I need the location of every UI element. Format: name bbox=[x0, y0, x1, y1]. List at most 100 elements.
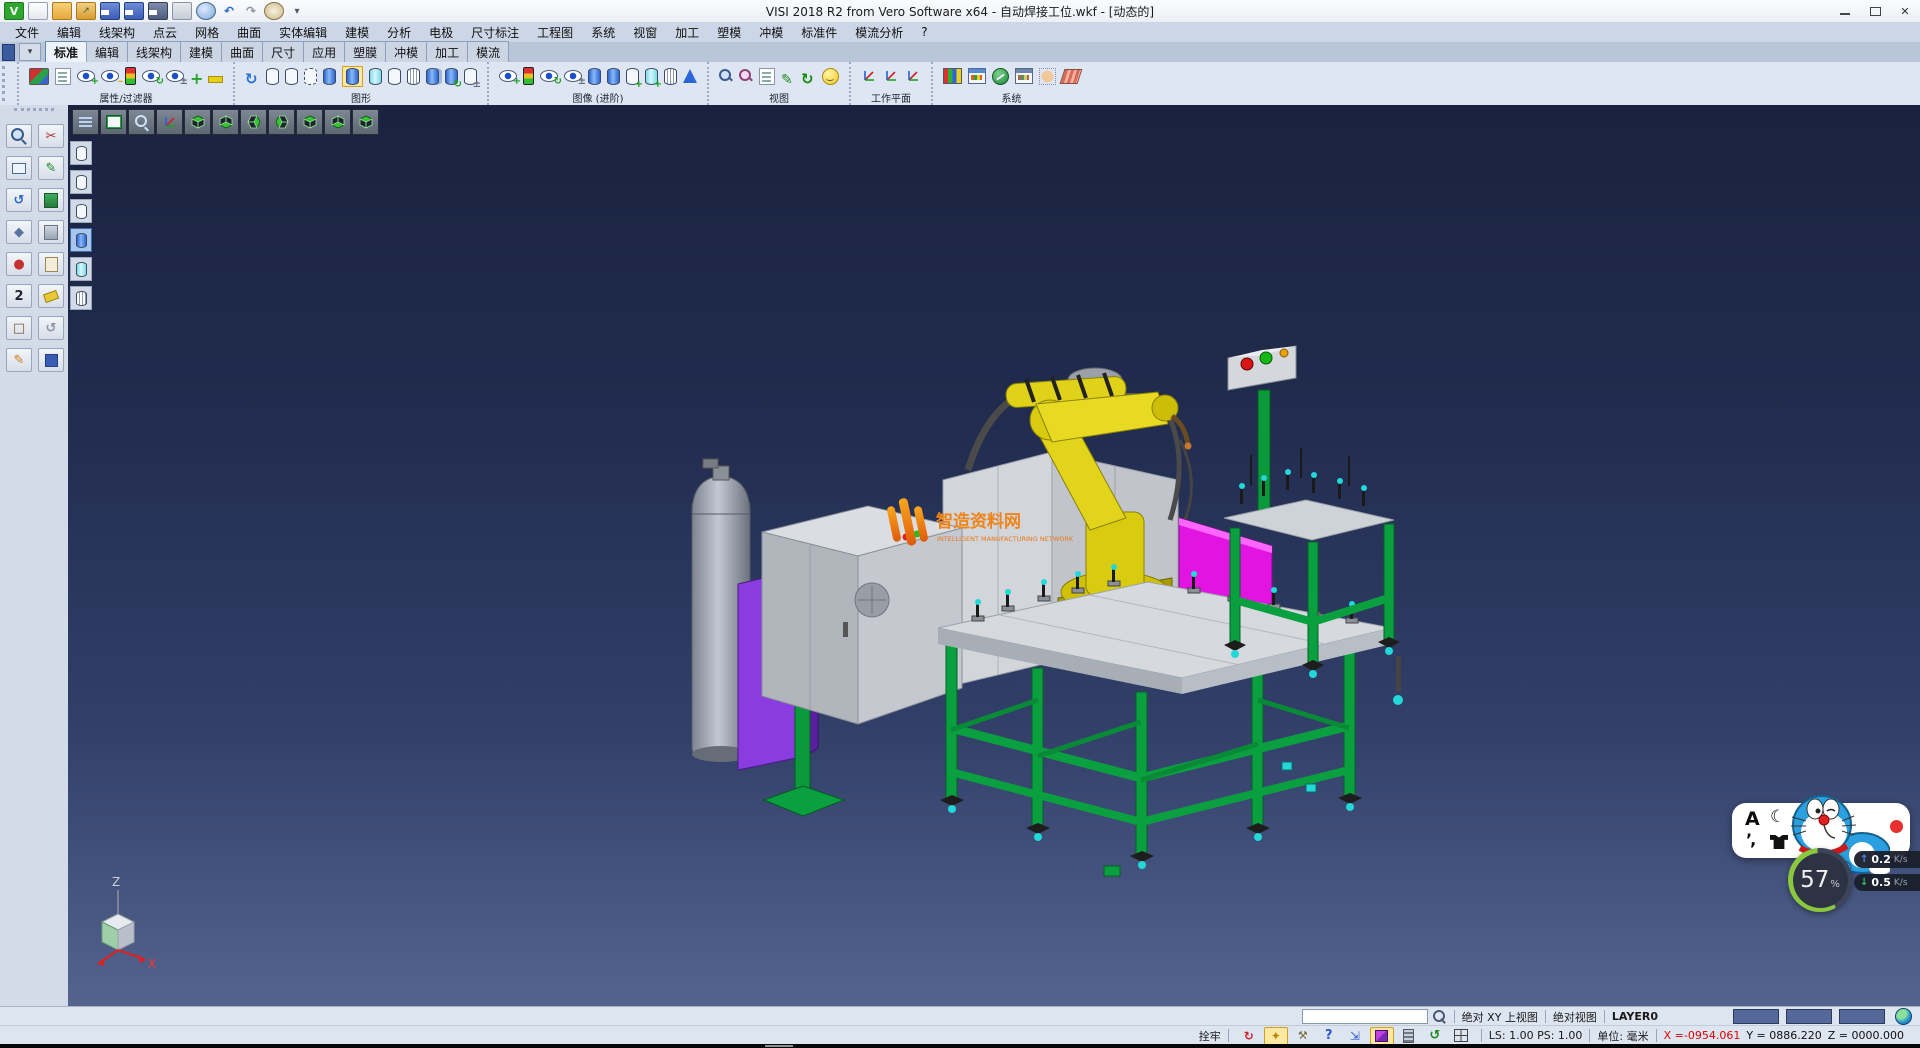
view-cube-top-icon[interactable] bbox=[184, 109, 211, 135]
display-mode-flat-icon[interactable] bbox=[70, 199, 92, 223]
tab-mold[interactable]: 塑膜 bbox=[344, 41, 386, 64]
layer-indicator[interactable]: LAYER0 bbox=[1612, 1010, 1658, 1023]
dashed-cylinder-icon[interactable] bbox=[304, 68, 317, 85]
color-swatch-2[interactable] bbox=[1786, 1009, 1832, 1024]
refresh-visibility-eye-icon[interactable] bbox=[142, 70, 160, 82]
box-tool[interactable] bbox=[6, 316, 32, 340]
display-mode-hatched-icon[interactable] bbox=[70, 286, 92, 310]
menu-wireframe[interactable]: 线架构 bbox=[90, 23, 144, 42]
tab-standard[interactable]: 标准 bbox=[45, 41, 87, 64]
minimize-button[interactable] bbox=[1830, 1, 1860, 21]
toggle-visibility-eye-icon[interactable] bbox=[166, 70, 184, 82]
gray-notebook-tool[interactable] bbox=[38, 220, 64, 244]
punctuation-mode-icon[interactable] bbox=[1746, 830, 1754, 849]
menu-file[interactable]: 文件 bbox=[6, 23, 48, 42]
performance-ball[interactable]: 57 % bbox=[1788, 848, 1852, 912]
save-as-icon[interactable] bbox=[124, 2, 144, 20]
show-add-eye-icon[interactable] bbox=[77, 70, 95, 82]
redo-icon[interactable] bbox=[242, 3, 260, 19]
view-cube-back-icon[interactable] bbox=[324, 109, 351, 135]
tab-die[interactable]: 冲模 bbox=[385, 41, 427, 64]
tab-application[interactable]: 应用 bbox=[303, 41, 345, 64]
attributes-brush-icon[interactable] bbox=[29, 68, 49, 85]
view-menu-icon[interactable] bbox=[72, 109, 99, 135]
snap-points-icon[interactable] bbox=[1039, 68, 1056, 85]
eraser-tool[interactable] bbox=[38, 284, 64, 308]
scene-3d-model[interactable]: 智造资料网 INTELLIGENT MANUFACTURING NETWORK … bbox=[68, 105, 1920, 1006]
sketch-tool[interactable] bbox=[38, 156, 64, 180]
toolbar-drag-handle[interactable] bbox=[2, 66, 15, 101]
zoom-pair-icon[interactable] bbox=[719, 69, 733, 83]
trim-tool[interactable] bbox=[38, 124, 64, 148]
hide-remove-eye-icon[interactable] bbox=[101, 70, 119, 82]
multi-cylinder-icon[interactable] bbox=[426, 68, 439, 85]
annotate-tool[interactable] bbox=[6, 348, 32, 372]
preview-icon[interactable] bbox=[196, 2, 216, 20]
menu-machining[interactable]: 加工 bbox=[666, 23, 708, 42]
verify-solid-icon[interactable] bbox=[626, 68, 639, 85]
tab-surface[interactable]: 曲面 bbox=[221, 41, 263, 64]
green-notebook-tool[interactable] bbox=[38, 188, 64, 212]
taskbar-peek-nub[interactable] bbox=[765, 1045, 793, 1047]
window-tools-icon[interactable] bbox=[1015, 68, 1033, 84]
globe-icon[interactable] bbox=[1895, 1008, 1912, 1025]
toggle-advanced-eye-icon[interactable] bbox=[564, 70, 582, 82]
solid-view-icon[interactable] bbox=[1370, 1027, 1394, 1045]
history-icon[interactable] bbox=[264, 2, 284, 20]
frame-tool[interactable] bbox=[6, 156, 32, 180]
color-grid-icon[interactable] bbox=[943, 68, 962, 84]
solids-tool[interactable] bbox=[6, 220, 32, 244]
view-cube-iso-icon[interactable] bbox=[352, 109, 379, 135]
system-settings-icon[interactable] bbox=[992, 68, 1009, 85]
undo-icon[interactable] bbox=[220, 3, 238, 19]
display-mode-shaded-icon[interactable] bbox=[70, 228, 92, 252]
refresh-view-icon[interactable] bbox=[801, 69, 816, 84]
rotate-view-icon[interactable] bbox=[1424, 1028, 1446, 1044]
search-input[interactable] bbox=[1302, 1009, 1428, 1024]
refresh-redraw-icon[interactable] bbox=[1238, 1028, 1260, 1044]
transparent-cylinder-icon[interactable] bbox=[369, 68, 382, 85]
selection-wand-icon[interactable] bbox=[1264, 1027, 1288, 1045]
export-cylinder-icon[interactable] bbox=[445, 68, 458, 85]
tab-modeling[interactable]: 建模 bbox=[180, 41, 222, 64]
hatched-cylinder-icon[interactable] bbox=[407, 68, 420, 85]
color-swatch-3[interactable] bbox=[1839, 1009, 1885, 1024]
view-cube-bottom-icon[interactable] bbox=[212, 109, 239, 135]
marker-tool[interactable] bbox=[6, 252, 32, 276]
tab-machining[interactable]: 加工 bbox=[426, 41, 468, 64]
hatched-solid-icon[interactable] bbox=[664, 68, 677, 85]
two-point-tool[interactable] bbox=[6, 284, 32, 308]
help-icon[interactable] bbox=[1318, 1028, 1340, 1044]
close-button[interactable] bbox=[1890, 1, 1920, 21]
dynamic-zoom-icon[interactable] bbox=[128, 109, 155, 135]
cone-render-icon[interactable] bbox=[683, 69, 697, 83]
pen-view-icon[interactable] bbox=[781, 69, 795, 84]
refresh-advanced-eye-icon[interactable] bbox=[540, 70, 558, 82]
workplane-edit-icon[interactable] bbox=[883, 68, 899, 84]
open-file-icon[interactable] bbox=[52, 2, 72, 20]
flat-cylinder-icon[interactable] bbox=[388, 68, 401, 85]
solid-shaded-icon[interactable] bbox=[588, 68, 601, 85]
ime-language-indicator[interactable]: A bbox=[1745, 808, 1760, 830]
color-swatch-1[interactable] bbox=[1733, 1009, 1779, 1024]
quick-access-dropdown-icon[interactable] bbox=[288, 3, 306, 19]
lock-toggle-label[interactable]: 拴牢 bbox=[1199, 1028, 1221, 1044]
tab-dimension[interactable]: 尺寸 bbox=[262, 41, 304, 64]
menu-window[interactable]: 视窗 bbox=[624, 23, 666, 42]
viewports-icon[interactable] bbox=[1450, 1028, 1472, 1044]
export-view-icon[interactable] bbox=[1344, 1028, 1366, 1044]
axis-origin-icon[interactable] bbox=[156, 109, 183, 135]
save-all-icon[interactable] bbox=[148, 2, 168, 20]
view-cube-left-icon[interactable] bbox=[240, 109, 267, 135]
tab-wireframe[interactable]: 线架构 bbox=[127, 41, 181, 64]
show-all-plus-icon[interactable] bbox=[190, 69, 202, 83]
menu-mesh[interactable]: 网格 bbox=[186, 23, 228, 42]
moon-mode-icon[interactable] bbox=[1770, 807, 1785, 827]
sketch-view-icon[interactable] bbox=[759, 68, 775, 85]
zoom-window-icon[interactable] bbox=[739, 69, 753, 83]
wireframe-cylinder-icon[interactable] bbox=[266, 68, 279, 85]
print-icon[interactable] bbox=[172, 2, 192, 20]
menu-drawing[interactable]: 工程图 bbox=[528, 23, 582, 42]
render-smiley-icon[interactable] bbox=[822, 68, 839, 85]
import-folder-icon[interactable] bbox=[76, 2, 96, 20]
